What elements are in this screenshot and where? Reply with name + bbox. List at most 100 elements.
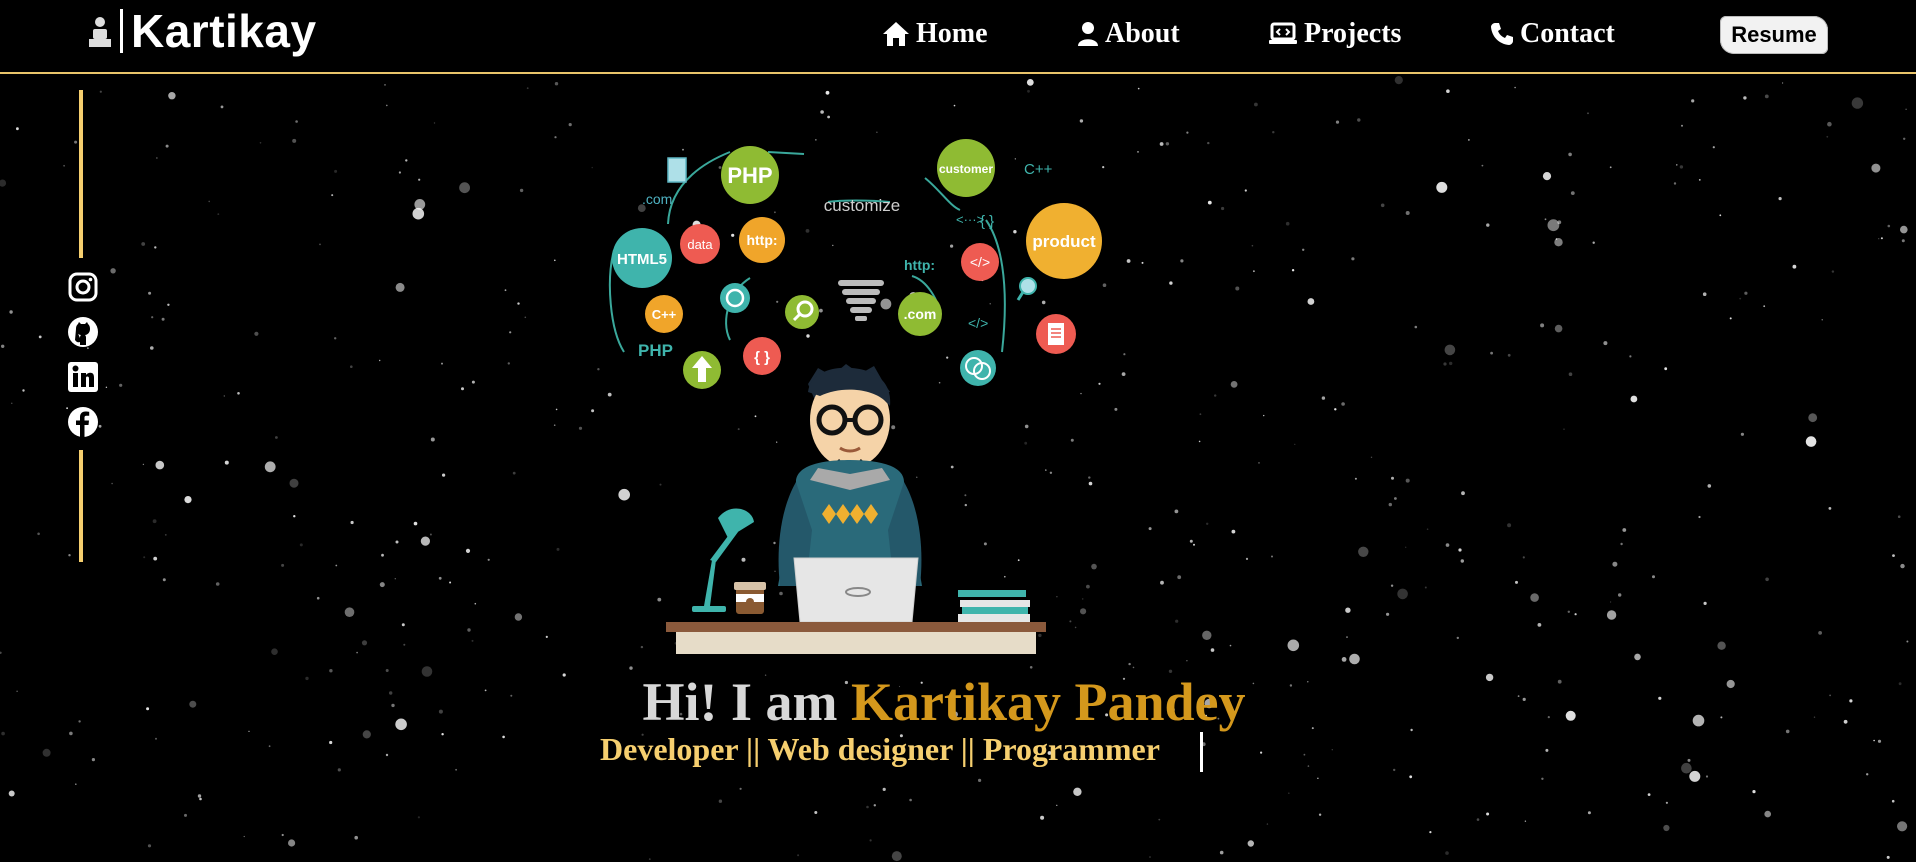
star [1689, 770, 1701, 782]
star [465, 548, 471, 554]
star [507, 362, 510, 365]
star [1481, 164, 1484, 167]
star [167, 303, 170, 306]
star [1729, 317, 1732, 320]
books [958, 590, 1030, 622]
star [1570, 191, 1575, 196]
star [1335, 120, 1340, 124]
star [1515, 580, 1518, 584]
star [1303, 753, 1306, 756]
star [1740, 432, 1744, 436]
star [1263, 414, 1265, 417]
star [1186, 660, 1188, 662]
star [148, 291, 152, 295]
star [1514, 86, 1516, 89]
star [1444, 344, 1456, 356]
star [414, 199, 426, 210]
star [1394, 497, 1397, 500]
star [1221, 206, 1225, 211]
nav-contact-link[interactable]: Contact [1490, 18, 1615, 50]
star [224, 460, 229, 465]
hero-greeting: Hi! I am [642, 672, 851, 732]
star [337, 768, 341, 772]
star [142, 463, 145, 466]
star [1230, 381, 1238, 388]
star [1231, 529, 1236, 534]
star [1391, 476, 1394, 480]
star [873, 804, 876, 807]
star [1652, 575, 1655, 579]
star [433, 122, 436, 124]
star [1160, 580, 1164, 585]
star [361, 640, 368, 646]
star [1630, 395, 1638, 403]
search-icon [785, 295, 819, 329]
star [1317, 777, 1319, 779]
star [1186, 131, 1189, 134]
star [449, 581, 452, 584]
linkedin-icon[interactable] [67, 361, 99, 393]
star [1878, 238, 1880, 240]
github-icon[interactable] [67, 316, 99, 348]
star [554, 82, 559, 86]
developer-illustration: PHP .com HTML5 data http: C++ PHP { } cu… [608, 139, 1102, 654]
star [1663, 824, 1670, 832]
star [418, 178, 421, 181]
star [1318, 813, 1322, 816]
star [1260, 751, 1263, 754]
upload-icon [683, 351, 721, 389]
star [1687, 758, 1691, 762]
star [405, 159, 408, 162]
instagram-icon[interactable] [67, 271, 99, 303]
star [1610, 601, 1612, 603]
star [1358, 546, 1369, 557]
star [1507, 523, 1512, 528]
star [385, 753, 389, 757]
star [1490, 351, 1493, 355]
star [1891, 799, 1895, 803]
star [1291, 269, 1295, 272]
star [1587, 112, 1589, 115]
nav-menu: Home About Projects Contact [0, 18, 1916, 54]
developer-character [778, 364, 922, 586]
star [147, 844, 152, 848]
nav-about-link[interactable]: About [1077, 18, 1180, 50]
star [882, 787, 886, 792]
star [1354, 477, 1357, 480]
star [1202, 630, 1212, 640]
resume-button[interactable]: Resume [1720, 16, 1828, 54]
star [1405, 211, 1410, 215]
star [1530, 593, 1539, 602]
star [151, 316, 154, 319]
star [1056, 804, 1058, 806]
svg-text:</>: </> [968, 315, 988, 331]
star [1828, 507, 1832, 510]
nav-home-link[interactable]: Home [882, 18, 988, 50]
facebook-icon[interactable] [67, 406, 99, 438]
star [1449, 361, 1453, 366]
bubble-data: data [680, 224, 720, 264]
star [869, 839, 872, 842]
star [268, 745, 271, 748]
star [1027, 89, 1030, 93]
star [417, 816, 420, 819]
star [1765, 577, 1769, 582]
star [1148, 527, 1152, 531]
svg-text:product: product [1032, 232, 1096, 251]
star [8, 790, 15, 797]
star [1905, 108, 1907, 111]
star [165, 144, 169, 148]
star [1370, 456, 1373, 458]
star [1149, 856, 1151, 858]
star [412, 207, 425, 220]
nav-projects-link[interactable]: Projects [1268, 18, 1401, 50]
star [461, 387, 464, 391]
star [1253, 270, 1255, 273]
star [37, 532, 40, 536]
star [1026, 79, 1034, 86]
svg-text:customize: customize [824, 196, 901, 215]
star [1664, 367, 1668, 371]
star [1609, 166, 1612, 169]
star [1210, 648, 1215, 652]
star [1175, 619, 1179, 623]
